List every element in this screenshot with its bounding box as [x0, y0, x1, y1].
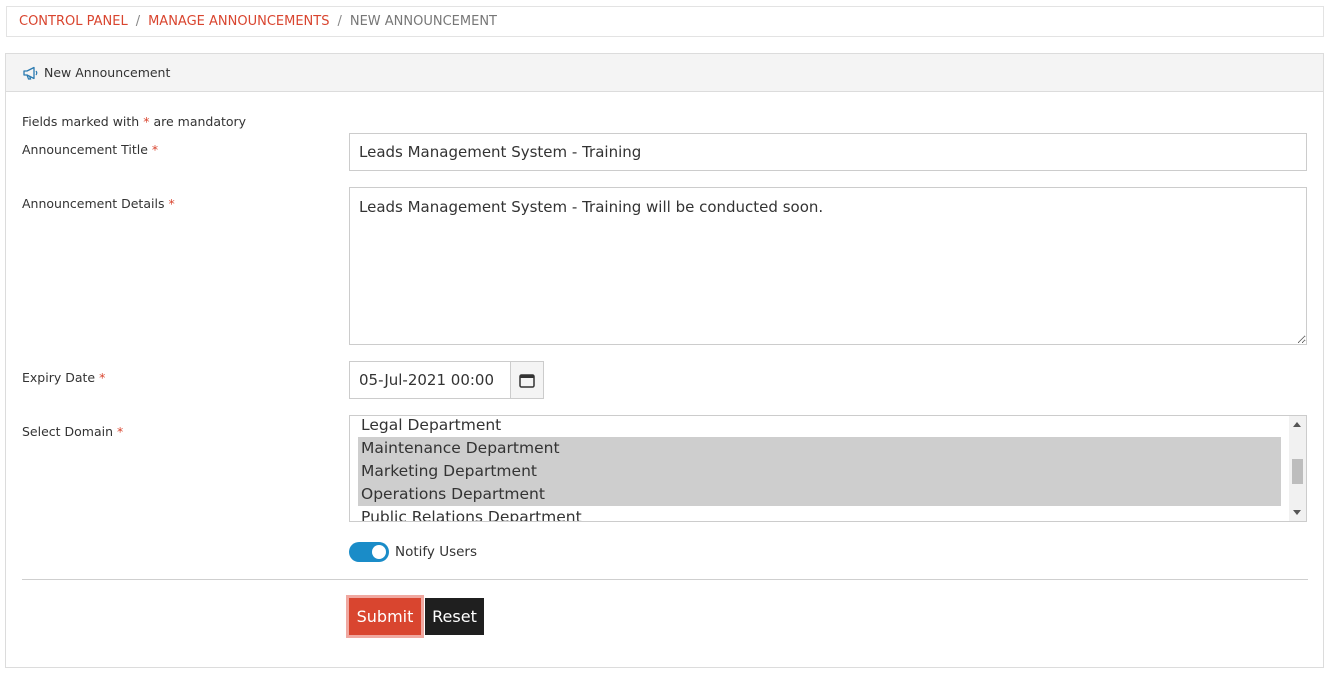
card-title: New Announcement	[44, 65, 171, 80]
expiry-label: Expiry Date *	[22, 370, 106, 385]
toggle-knob	[372, 545, 386, 559]
card-header: New Announcement	[6, 54, 1323, 92]
domain-option[interactable]: Public Relations Department	[358, 506, 1281, 521]
title-label: Announcement Title *	[22, 142, 159, 157]
calendar-icon	[519, 373, 535, 388]
announcement-details-textarea[interactable]: Leads Management System - Training will …	[349, 187, 1307, 345]
domain-option[interactable]: Marketing Department	[358, 460, 1281, 483]
scroll-up-icon[interactable]	[1293, 422, 1301, 427]
reset-button[interactable]: Reset	[425, 598, 484, 635]
announcement-title-input[interactable]	[349, 133, 1307, 171]
calendar-button[interactable]	[510, 361, 544, 399]
domain-scrollbar[interactable]	[1289, 416, 1306, 521]
notify-users-toggle[interactable]	[349, 542, 389, 562]
domain-option[interactable]: Maintenance Department	[358, 437, 1281, 460]
breadcrumb-separator: /	[337, 14, 342, 29]
notify-users-toggle-row: Notify Users	[349, 542, 477, 562]
details-label: Announcement Details *	[22, 196, 175, 211]
scroll-down-icon[interactable]	[1293, 510, 1301, 515]
breadcrumb-separator: /	[135, 14, 141, 29]
notify-users-label: Notify Users	[395, 544, 478, 560]
announcement-card: New Announcement Fields marked with * ar…	[5, 53, 1324, 668]
breadcrumb-current: NEW ANNOUNCEMENT	[349, 14, 497, 29]
scrollbar-thumb[interactable]	[1292, 459, 1303, 484]
submit-button[interactable]: Submit	[346, 595, 424, 638]
expiry-date-input[interactable]	[349, 361, 510, 399]
breadcrumb-control-panel[interactable]: CONTROL PANEL	[19, 14, 128, 29]
mandatory-note: Fields marked with * are mandatory	[22, 114, 247, 129]
expiry-date-picker	[349, 361, 544, 399]
domain-label: Select Domain *	[22, 424, 124, 439]
form-divider	[22, 579, 1308, 580]
domain-multiselect[interactable]: Legal Department Maintenance Department …	[349, 415, 1307, 522]
breadcrumb-manage-announcements[interactable]: MANAGE ANNOUNCEMENTS	[148, 14, 329, 29]
megaphone-icon	[22, 66, 40, 80]
breadcrumb: CONTROL PANEL / MANAGE ANNOUNCEMENTS / N…	[6, 6, 1324, 37]
domain-option[interactable]: Legal Department	[358, 416, 1281, 437]
domain-option[interactable]: Operations Department	[358, 483, 1281, 506]
